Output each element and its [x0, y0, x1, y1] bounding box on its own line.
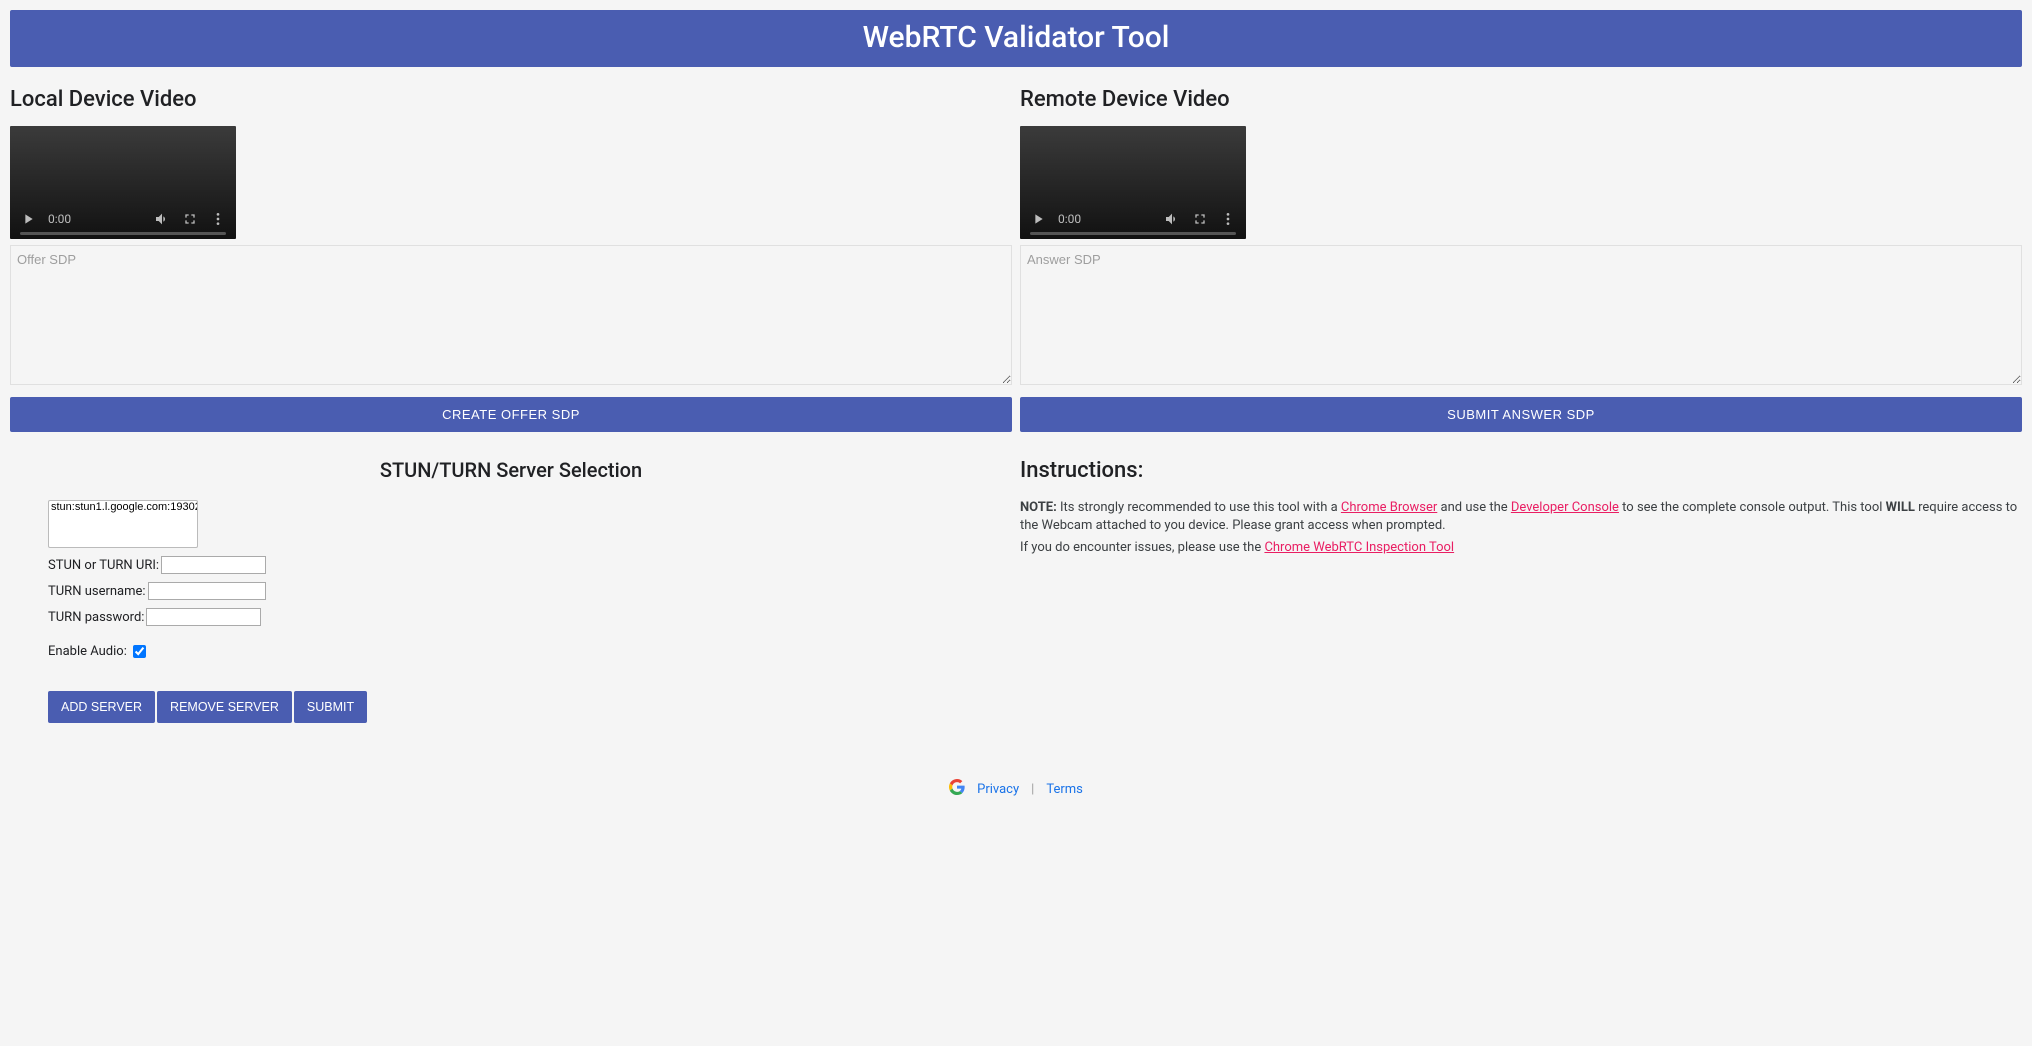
page-title: WebRTC Validator Tool	[863, 20, 1170, 55]
page-title-banner: WebRTC Validator Tool	[10, 10, 2022, 67]
instructions-heading: Instructions:	[1020, 458, 2022, 483]
remote-column: Remote Device Video 0:00	[1020, 79, 2022, 743]
offer-sdp-textarea[interactable]	[10, 245, 1012, 385]
enable-audio-checkbox[interactable]	[133, 645, 146, 658]
play-icon[interactable]	[20, 211, 36, 227]
terms-link[interactable]: Terms	[1046, 782, 1083, 797]
google-logo-icon	[949, 779, 965, 799]
turn-password-input[interactable]	[146, 608, 261, 626]
remote-video-heading: Remote Device Video	[1020, 87, 2022, 112]
local-video-progress[interactable]	[20, 232, 226, 235]
more-icon[interactable]	[210, 211, 226, 227]
main-columns: Local Device Video 0:00	[10, 79, 2022, 743]
remote-video-time: 0:00	[1058, 212, 1081, 226]
footer: Privacy | Terms	[10, 779, 2022, 799]
instructions-body: NOTE: Its strongly recommended to use th…	[1020, 499, 2022, 558]
play-icon[interactable]	[1030, 211, 1046, 227]
local-column: Local Device Video 0:00	[10, 79, 1012, 743]
will-label: WILL	[1886, 500, 1915, 515]
turn-username-label: TURN username:	[48, 584, 146, 599]
add-server-button[interactable]: ADD SERVER	[48, 691, 155, 723]
answer-sdp-textarea[interactable]	[1020, 245, 2022, 385]
server-list-select[interactable]: stun:stun1.l.google.com:19302	[48, 500, 198, 548]
volume-icon[interactable]	[1164, 211, 1180, 227]
chrome-webrtc-inspection-link[interactable]: Chrome WebRTC Inspection Tool	[1264, 540, 1454, 555]
uri-label: STUN or TURN URI:	[48, 558, 159, 573]
volume-icon[interactable]	[154, 211, 170, 227]
local-video-heading: Local Device Video	[10, 87, 1012, 112]
stun-turn-heading: STUN/TURN Server Selection	[10, 458, 1012, 482]
instr-text-1: Its strongly recommended to use this too…	[1057, 500, 1341, 515]
stun-submit-button[interactable]: SUBMIT	[294, 691, 367, 723]
note-label: NOTE:	[1020, 500, 1057, 515]
instr-text-3: to see the complete console output. This…	[1619, 500, 1886, 515]
local-video-player[interactable]: 0:00	[10, 126, 236, 239]
submit-answer-sdp-button[interactable]: SUBMIT ANSWER SDP	[1020, 397, 2022, 432]
turn-password-label: TURN password:	[48, 610, 144, 625]
remote-video-progress[interactable]	[1030, 232, 1236, 235]
turn-username-input[interactable]	[148, 582, 266, 600]
remove-server-button[interactable]: REMOVE SERVER	[157, 691, 292, 723]
local-video-time: 0:00	[48, 212, 71, 226]
privacy-link[interactable]: Privacy	[977, 782, 1019, 797]
instr-text-5: If you do encounter issues, please use t…	[1020, 540, 1264, 555]
fullscreen-icon[interactable]	[1192, 211, 1208, 227]
create-offer-sdp-button[interactable]: CREATE OFFER SDP	[10, 397, 1012, 432]
stun-turn-uri-input[interactable]	[161, 556, 266, 574]
more-icon[interactable]	[1220, 211, 1236, 227]
instr-text-2: and use the	[1437, 500, 1511, 515]
server-option[interactable]: stun:stun1.l.google.com:19302	[49, 501, 197, 514]
chrome-browser-link[interactable]: Chrome Browser	[1341, 500, 1437, 515]
fullscreen-icon[interactable]	[182, 211, 198, 227]
remote-video-player[interactable]: 0:00	[1020, 126, 1246, 239]
footer-separator: |	[1031, 782, 1034, 797]
developer-console-link[interactable]: Developer Console	[1511, 500, 1619, 515]
stun-turn-panel: stun:stun1.l.google.com:19302 STUN or TU…	[10, 500, 1012, 743]
enable-audio-label: Enable Audio:	[48, 644, 127, 659]
